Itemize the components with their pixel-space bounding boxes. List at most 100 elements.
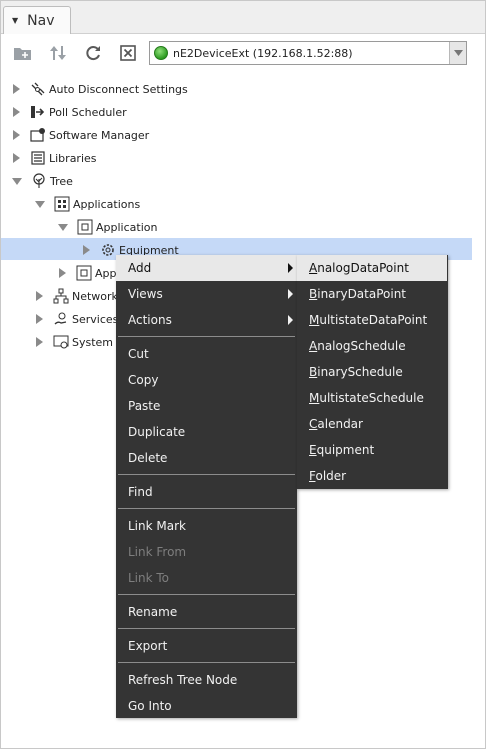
- applications-icon: [54, 196, 70, 212]
- tree-item-libraries[interactable]: Libraries: [13, 147, 97, 169]
- submenu-item-folder[interactable]: Folder: [297, 463, 447, 489]
- tree-item-label: Network: [72, 289, 118, 303]
- tree-item-label: Services: [72, 312, 119, 326]
- tree-item-auto-disconnect[interactable]: Auto Disconnect Settings: [13, 78, 188, 100]
- context-menu: Add Views Actions Cut Copy Paste Duplica…: [116, 255, 297, 718]
- menu-item-find[interactable]: Find: [116, 479, 297, 505]
- menu-separator: [118, 662, 295, 663]
- menu-item-label: Link Mark: [128, 519, 186, 533]
- submenu-item-binary-data-point[interactable]: BinaryDataPoint: [297, 281, 447, 307]
- expand-arrow-icon[interactable]: [13, 130, 20, 140]
- submenu-item-label: Folder: [309, 469, 347, 483]
- system-icon: [53, 334, 69, 350]
- menu-separator: [118, 474, 295, 475]
- submenu-item-label: MultistateDataPoint: [309, 313, 428, 327]
- expand-arrow-icon[interactable]: [36, 337, 43, 347]
- menu-item-label: Rename: [128, 605, 178, 619]
- tree-item-tree[interactable]: Tree: [12, 170, 73, 192]
- tree-item-label: Application: [96, 220, 158, 234]
- tree-item-app[interactable]: App: [59, 262, 117, 284]
- menu-separator: [118, 336, 295, 337]
- menu-item-delete[interactable]: Delete: [116, 445, 297, 471]
- device-selector[interactable]: nE2DeviceExt (192.168.1.52:88): [149, 41, 467, 65]
- expand-arrow-icon[interactable]: [36, 314, 43, 324]
- menu-item-go-into[interactable]: Go Into: [116, 693, 297, 719]
- menu-item-link-to: Link To: [116, 565, 297, 591]
- tree-item-poll-scheduler[interactable]: Poll Scheduler: [13, 101, 127, 123]
- submenu-item-calendar[interactable]: Calendar: [297, 411, 447, 437]
- expand-arrow-icon[interactable]: [59, 268, 66, 278]
- submenu-arrow-icon: [288, 315, 293, 325]
- tree-item-label: Poll Scheduler: [49, 105, 127, 119]
- tree-item-label: Applications: [73, 197, 141, 211]
- submenu-item-label: Calendar: [309, 417, 363, 431]
- menu-item-rename[interactable]: Rename: [116, 599, 297, 625]
- tree-item-label: Libraries: [49, 151, 97, 165]
- submenu-item-equipment[interactable]: Equipment: [297, 437, 447, 463]
- menu-item-label: Copy: [128, 373, 159, 387]
- menu-item-label: Cut: [128, 347, 149, 361]
- expand-arrow-icon[interactable]: [13, 153, 20, 163]
- menu-item-label: Duplicate: [128, 425, 186, 439]
- gear-icon: [100, 242, 116, 258]
- menu-item-refresh-tree-node[interactable]: Refresh Tree Node: [116, 667, 297, 693]
- collapse-arrow-icon[interactable]: [35, 200, 45, 208]
- menu-item-label: Actions: [128, 313, 172, 327]
- collapse-arrow-icon[interactable]: [58, 223, 68, 231]
- expand-arrow-icon[interactable]: [13, 107, 20, 117]
- menu-item-label: Delete: [128, 451, 168, 465]
- submenu-item-binary-schedule[interactable]: BinarySchedule: [297, 359, 447, 385]
- menu-item-label: Views: [128, 287, 163, 301]
- menu-item-export[interactable]: Export: [116, 633, 297, 659]
- add-submenu: AnalogDataPoint BinaryDataPoint Multista…: [297, 255, 448, 489]
- tree-item-software-manager[interactable]: Software Manager: [13, 124, 149, 146]
- menu-separator: [118, 508, 295, 509]
- tree-item-label: App: [95, 266, 117, 280]
- tree-icon: [31, 173, 47, 189]
- tree-item-label: Software Manager: [49, 128, 150, 142]
- application-icon: [77, 219, 93, 235]
- menu-item-add[interactable]: Add: [116, 255, 297, 281]
- collapse-arrow-icon[interactable]: [12, 177, 22, 185]
- poll-scheduler-icon: [30, 104, 46, 120]
- close-box-icon[interactable]: [116, 41, 140, 65]
- tree-item-applications[interactable]: Applications: [35, 193, 141, 215]
- submenu-item-multistate-schedule[interactable]: MultistateSchedule: [297, 385, 447, 411]
- submenu-item-multistate-data-point[interactable]: MultistateDataPoint: [297, 307, 447, 333]
- submenu-item-label: AnalogSchedule: [309, 339, 406, 353]
- expand-arrow-icon[interactable]: [83, 245, 90, 255]
- menu-item-link-mark[interactable]: Link Mark: [116, 513, 297, 539]
- submenu-arrow-icon: [288, 289, 293, 299]
- submenu-item-label: BinarySchedule: [309, 365, 403, 379]
- application-icon: [76, 265, 92, 281]
- tree-item-network[interactable]: Network: [36, 285, 118, 307]
- menu-item-copy[interactable]: Copy: [116, 367, 297, 393]
- tree-item-services[interactable]: Services: [36, 308, 118, 330]
- submenu-item-analog-schedule[interactable]: AnalogSchedule: [297, 333, 447, 359]
- menu-item-label: Link From: [128, 545, 187, 559]
- expand-arrow-icon[interactable]: [13, 84, 20, 94]
- expand-arrow-icon[interactable]: [36, 291, 43, 301]
- menu-item-link-from: Link From: [116, 539, 297, 565]
- tab-caret-icon[interactable]: ▼: [12, 16, 18, 25]
- menu-item-label: Paste: [128, 399, 161, 413]
- menu-item-label: Refresh Tree Node: [128, 673, 238, 687]
- new-folder-icon[interactable]: [11, 41, 35, 65]
- menu-item-views[interactable]: Views: [116, 281, 297, 307]
- menu-item-label: Find: [128, 485, 153, 499]
- menu-item-paste[interactable]: Paste: [116, 393, 297, 419]
- menu-item-cut[interactable]: Cut: [116, 341, 297, 367]
- menu-item-actions[interactable]: Actions: [116, 307, 297, 333]
- submenu-item-analog-data-point[interactable]: AnalogDataPoint: [297, 255, 447, 281]
- tree-item-system[interactable]: System: [36, 331, 113, 353]
- dropdown-arrow-icon[interactable]: [449, 42, 466, 64]
- submenu-item-label: AnalogDataPoint: [309, 261, 409, 275]
- menu-item-duplicate[interactable]: Duplicate: [116, 419, 297, 445]
- panel-titlebar: ▼ Nav: [1, 1, 485, 34]
- submenu-item-label: BinaryDataPoint: [309, 287, 407, 301]
- disconnect-icon: [30, 81, 46, 97]
- sort-arrows-icon[interactable]: [46, 41, 70, 65]
- refresh-icon[interactable]: [81, 41, 105, 65]
- tree-item-application[interactable]: Application: [58, 216, 158, 238]
- nav-tab[interactable]: ▼ Nav: [3, 6, 71, 34]
